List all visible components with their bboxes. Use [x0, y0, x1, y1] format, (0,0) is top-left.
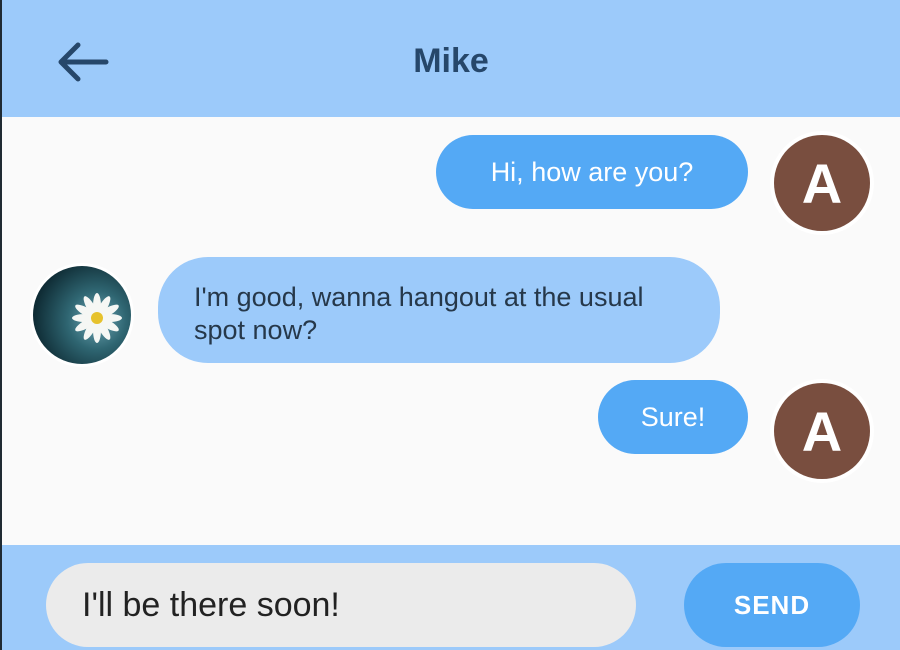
- avatar[interactable]: A: [770, 379, 874, 483]
- avatar-letter: A: [774, 135, 870, 231]
- message-text: I'm good, wanna hangout at the usual spo…: [194, 282, 644, 345]
- composer-bar: SEND: [2, 545, 900, 650]
- message-bubble-sent: Sure!: [598, 380, 748, 454]
- contact-avatar[interactable]: [30, 263, 134, 367]
- message-text: Sure!: [640, 401, 706, 432]
- chat-app: Mike Hi, how are you? A I'm good, wanna …: [0, 0, 900, 650]
- send-button[interactable]: SEND: [684, 563, 860, 647]
- message-text: Hi, how are you?: [490, 156, 694, 187]
- app-header: Mike: [2, 0, 900, 117]
- message-list[interactable]: Hi, how are you? A I'm good, wanna hango…: [2, 117, 900, 545]
- message-bubble-sent: Hi, how are you?: [436, 135, 748, 209]
- message-bubble-received: I'm good, wanna hangout at the usual spo…: [158, 257, 720, 363]
- daisy-icon: [72, 293, 122, 343]
- message-input[interactable]: [46, 563, 636, 647]
- avatar-letter: A: [774, 383, 870, 479]
- daisy-photo: [33, 266, 131, 364]
- conversation-title: Mike: [413, 42, 489, 80]
- avatar[interactable]: A: [770, 131, 874, 235]
